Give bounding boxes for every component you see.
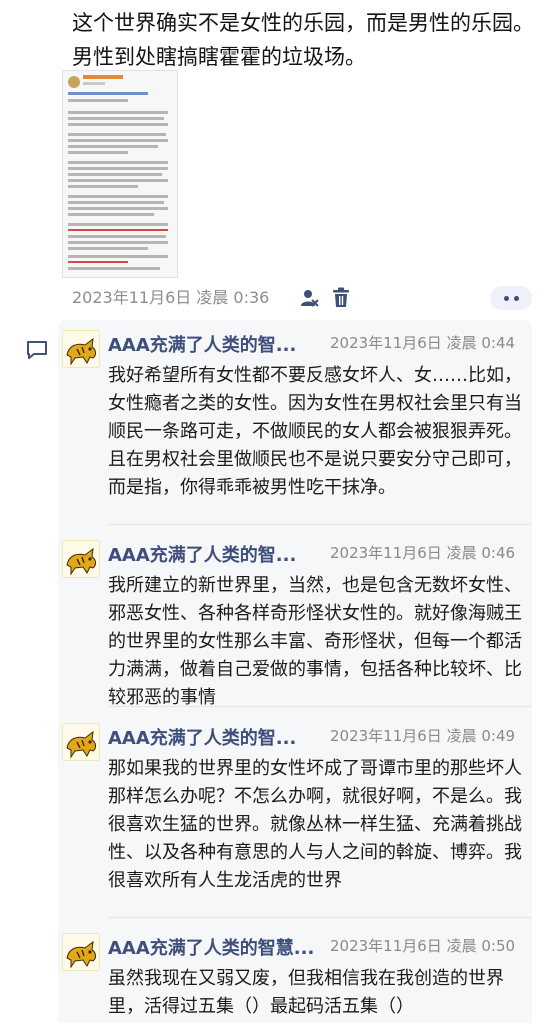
image-text-line <box>68 185 138 188</box>
image-highlight-line <box>68 261 128 263</box>
image-text-line <box>68 241 168 244</box>
reply-author[interactable]: AAA充满了人类的智慧... <box>108 934 326 960</box>
divider <box>108 706 532 707</box>
image-text-line <box>68 151 128 154</box>
image-text-line <box>68 235 166 238</box>
dot <box>503 295 509 301</box>
image-text-line <box>68 213 154 216</box>
reply-item: AAA充满了人类的智... 2023年11月6日 凌晨 0:49 那如果我的世界… <box>58 715 532 915</box>
image-text-line <box>68 201 164 204</box>
reply-text: 我所建立的新世界里，当然，也是包含无数坏女性、邪恶女性、各种各样奇形怪状女性的。… <box>108 575 522 708</box>
tiger-avatar-icon[interactable] <box>62 723 100 761</box>
image-text-line <box>68 111 168 114</box>
post-text: 这个世界确实不是女性的乐园，而是男性的乐园。男性到处瞎搞瞎霍霍的垃圾场。 <box>72 11 534 69</box>
image-avatar <box>68 76 80 88</box>
reply-item: AAA充满了人类的智... 2023年11月6日 凌晨 0:46 我所建立的新世… <box>58 532 532 708</box>
image-text-line <box>68 117 164 120</box>
comment-icon[interactable] <box>26 340 48 360</box>
image-text-line <box>68 133 166 136</box>
reply-time: 2023年11月6日 凌晨 0:50 <box>330 937 516 955</box>
reply-text: 那如果我的世界里的女性坏成了哥谭市里的那些坏人那样怎么办呢？不怎么办啊，就很好啊… <box>108 758 522 891</box>
image-text-line <box>68 167 168 170</box>
reply-author[interactable]: AAA充满了人类的智... <box>108 724 318 750</box>
image-text-line <box>68 223 168 226</box>
image-text-line <box>68 267 160 270</box>
trash-icon[interactable] <box>332 287 350 308</box>
image-text-line <box>68 195 168 198</box>
image-date <box>83 82 105 85</box>
reply-text: 我好希望所有女性都不要反感女坏人、女……比如，女性瘾者之类的女性。因为女性在男权… <box>108 365 522 498</box>
reply-author[interactable]: AAA充满了人类的智... <box>108 331 318 357</box>
reply-item: AAA充满了人类的智... 2023年11月6日 凌晨 0:44 我好希望所有女… <box>58 322 532 522</box>
reply-time: 2023年11月6日 凌晨 0:46 <box>330 544 516 562</box>
reply-author[interactable]: AAA充满了人类的智... <box>108 541 318 567</box>
image-text-line <box>68 161 168 164</box>
reply-item: AAA充满了人类的智慧... 2023年11月6日 凌晨 0:50 虽然我现在又… <box>58 925 532 1023</box>
divider <box>108 917 532 918</box>
image-hashtag <box>68 92 148 95</box>
user-settings-icon[interactable] <box>300 288 320 308</box>
dot <box>513 295 519 301</box>
image-text-line <box>68 207 168 210</box>
more-dots-icon[interactable] <box>490 286 532 310</box>
image-username <box>83 75 123 79</box>
reply-text: 虽然我现在又弱又废，但我相信我在我创造的世界里，活得过五集（）最起码活五集（） <box>108 968 504 1017</box>
image-text-line <box>68 99 128 102</box>
reply-time: 2023年11月6日 凌晨 0:44 <box>330 334 516 352</box>
post-date: 2023年11月6日 凌晨 0:36 <box>72 288 270 307</box>
image-text-line <box>68 255 168 258</box>
image-highlight-line <box>68 229 168 231</box>
reply-time: 2023年11月6日 凌晨 0:49 <box>330 727 516 745</box>
image-text-line <box>68 247 148 250</box>
image-text-line <box>68 139 168 142</box>
post-image[interactable] <box>62 70 178 278</box>
image-text-line <box>68 123 168 126</box>
image-text-line <box>68 145 158 148</box>
tiger-avatar-icon[interactable] <box>62 330 100 368</box>
post-meta: 2023年11月6日 凌晨 0:36 <box>72 284 269 308</box>
image-text-line <box>68 173 162 176</box>
divider <box>108 524 532 525</box>
tiger-avatar-icon[interactable] <box>62 540 100 578</box>
comment-thread: AAA充满了人类的智... 2023年11月6日 凌晨 0:44 我好希望所有女… <box>58 320 532 1023</box>
tiger-avatar-icon[interactable] <box>62 933 100 971</box>
image-text-line <box>68 179 168 182</box>
